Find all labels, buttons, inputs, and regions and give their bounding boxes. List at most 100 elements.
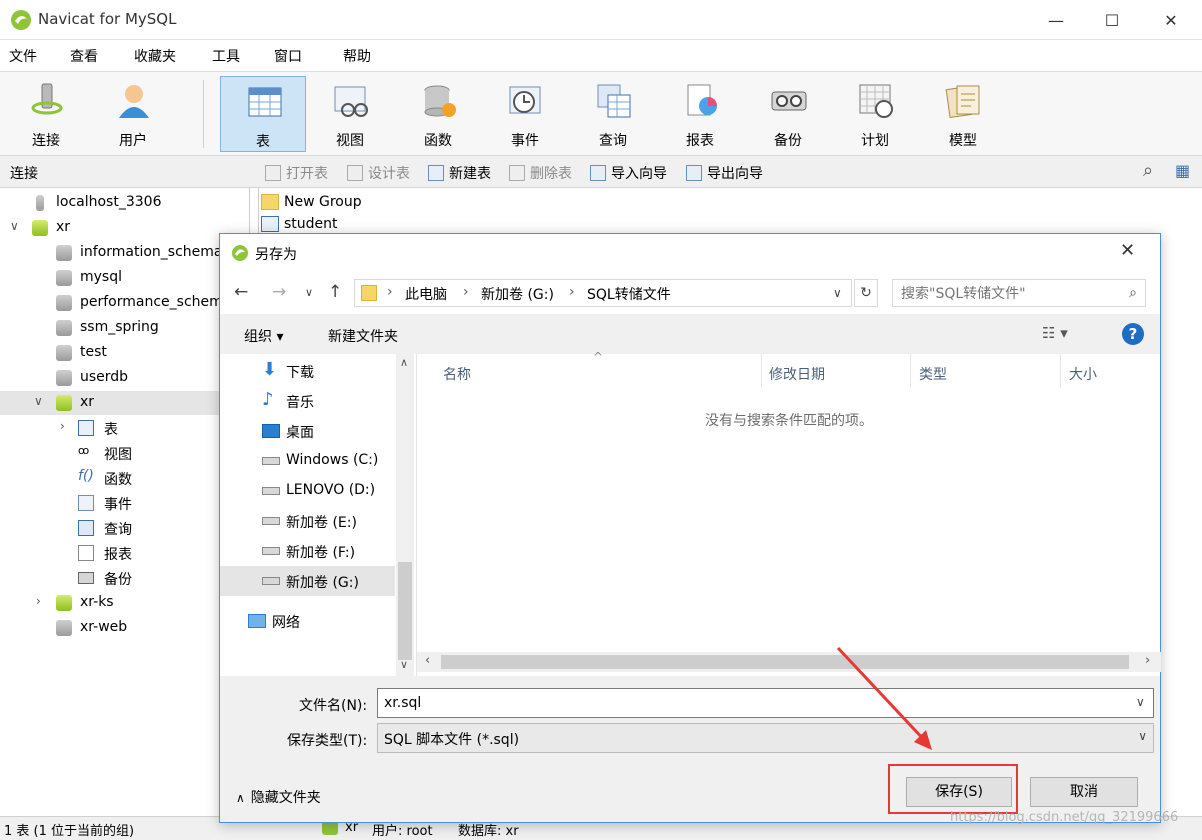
nav-item-drive-g[interactable]: 新加卷 (G:) (220, 566, 395, 596)
tree-item-database[interactable]: mysql (0, 266, 250, 290)
chevron-down-icon[interactable]: ∨ (10, 219, 19, 233)
filename-input[interactable] (377, 688, 1154, 718)
breadcrumb-sql-folder[interactable]: SQL转储文件 (587, 284, 671, 304)
menu-favorites[interactable]: 收藏夹 (134, 46, 176, 66)
refresh-button[interactable]: ↻ (854, 279, 878, 307)
toolbar-schedule-button[interactable]: 计划 (832, 76, 918, 152)
tree-item-reports[interactable]: 报表 (0, 541, 250, 565)
organize-button[interactable]: 组织 ▾ (244, 326, 283, 346)
toolbar-function-button[interactable]: 函数 (395, 76, 481, 152)
nav-item-drive-c[interactable]: Windows (C:) (220, 446, 395, 476)
column-name[interactable]: 名称 (443, 364, 471, 384)
tree-item-functions[interactable]: f() 函数 (0, 466, 250, 490)
horizontal-scroll-thumb[interactable] (441, 655, 1129, 669)
tree-item-database[interactable]: userdb (0, 366, 250, 390)
tree-item-views[interactable]: ꝏ 视图 (0, 441, 250, 465)
menu-view[interactable]: 查看 (70, 46, 98, 66)
toolbar-query-button[interactable]: 查询 (570, 76, 656, 152)
toolbar-backup-button[interactable]: 备份 (745, 76, 831, 152)
design-table-button[interactable]: 设计表 (347, 163, 410, 183)
close-button[interactable]: ✕ (1148, 0, 1194, 40)
minimize-button[interactable]: — (1033, 0, 1079, 40)
back-arrow-icon[interactable]: ← (234, 282, 248, 302)
search-input[interactable] (901, 284, 1101, 304)
toolbar-report-button[interactable]: 报表 (657, 76, 743, 152)
save-button[interactable]: 保存(S) (906, 777, 1012, 807)
filetype-select[interactable]: SQL 脚本文件 (*.sql) ∨ (377, 723, 1154, 753)
column-size[interactable]: 大小 (1069, 364, 1097, 384)
tree-item-database-xr[interactable]: ∨ xr (0, 391, 250, 415)
breadcrumb-this-pc[interactable]: 此电脑 (405, 284, 447, 304)
nav-scrollbar[interactable]: ∧ ∨ (396, 354, 414, 676)
nav-item-network[interactable]: 网络 (206, 606, 381, 636)
view-options-icon[interactable]: ☷ ▾ (1042, 324, 1068, 342)
export-wizard-button[interactable]: 导出向导 (686, 163, 763, 183)
scroll-left-icon[interactable]: ‹ (425, 653, 430, 668)
search-icon[interactable]: ⌕ (1129, 285, 1137, 301)
maximize-button[interactable]: ☐ (1089, 0, 1135, 40)
chevron-down-icon[interactable]: ∨ (34, 394, 43, 408)
list-item-group[interactable]: New Group (261, 191, 362, 213)
menu-help[interactable]: 帮助 (343, 46, 371, 66)
chevron-right-icon[interactable]: › (36, 594, 41, 608)
horizontal-scrollbar[interactable]: ‹ › (417, 652, 1161, 672)
import-wizard-button[interactable]: 导入向导 (590, 163, 667, 183)
menu-file[interactable]: 文件 (9, 46, 37, 66)
grid-view-icon[interactable]: ▦ (1175, 161, 1190, 180)
nav-scroll-thumb[interactable] (398, 562, 412, 660)
toolbar-model-button[interactable]: 模型 (920, 76, 1006, 152)
tree-item-database[interactable]: test (0, 341, 250, 365)
new-folder-button[interactable]: 新建文件夹 (328, 326, 398, 346)
cancel-button[interactable]: 取消 (1030, 777, 1138, 807)
recent-locations-chevron-icon[interactable]: ∨ (305, 286, 313, 299)
new-table-button[interactable]: 新建表 (428, 163, 491, 183)
column-modified[interactable]: 修改日期 (769, 364, 825, 384)
tree-item-database[interactable]: ssm_spring (0, 316, 250, 340)
address-dropdown-icon[interactable]: ∨ (833, 286, 842, 300)
forward-arrow-icon[interactable]: → (272, 282, 286, 302)
tree-item-events[interactable]: 事件 (0, 491, 250, 515)
help-icon[interactable]: ? (1122, 323, 1144, 345)
function-icon: f() (78, 468, 94, 484)
scroll-up-icon[interactable]: ∧ (400, 356, 408, 369)
tree-item-queries[interactable]: 查询 (0, 516, 250, 540)
address-bar[interactable]: › 此电脑 › 新加卷 (G:) › SQL转储文件 ∨ (354, 279, 852, 307)
toolbar-event-button[interactable]: 事件 (482, 76, 568, 152)
toolbar-user-button[interactable]: 用户 (90, 76, 176, 152)
chevron-right-icon[interactable]: › (60, 419, 65, 433)
tree-item-localhost[interactable]: localhost_3306 (0, 191, 250, 215)
delete-table-button[interactable]: 删除表 (509, 163, 572, 183)
scroll-down-icon[interactable]: ∨ (400, 658, 408, 671)
toolbar-view-button[interactable]: 视图 (307, 76, 393, 152)
tree-item-connection-xr[interactable]: ∨ xr (0, 216, 250, 240)
column-divider[interactable] (910, 354, 911, 388)
query-icon (78, 520, 94, 536)
menu-window[interactable]: 窗口 (274, 46, 302, 66)
tree-item-database[interactable]: performance_schema (0, 291, 250, 315)
nav-item-drive-f[interactable]: 新加卷 (F:) (220, 536, 395, 566)
dialog-close-button[interactable]: ✕ (1120, 240, 1135, 261)
tree-item-tables[interactable]: › 表 (0, 416, 250, 440)
search-icon[interactable]: ⌕ (1143, 160, 1153, 181)
nav-item-music[interactable]: ♪ 音乐 (220, 386, 395, 416)
list-item-table[interactable]: student (261, 213, 338, 235)
tree-item-backups[interactable]: 备份 (0, 566, 250, 590)
breadcrumb-drive-g[interactable]: 新加卷 (G:) (481, 284, 554, 304)
report-icon (78, 545, 94, 561)
filename-dropdown-icon[interactable]: ∨ (1136, 695, 1145, 709)
tree-item-database[interactable]: information_schema (0, 241, 250, 265)
menu-tools[interactable]: 工具 (212, 46, 240, 66)
hide-folders-toggle[interactable]: ∧ 隐藏文件夹 (236, 787, 321, 807)
nav-item-drive-d[interactable]: LENOVO (D:) (220, 476, 395, 506)
column-divider[interactable] (761, 354, 762, 388)
column-type[interactable]: 类型 (919, 364, 947, 384)
nav-item-desktop[interactable]: 桌面 (220, 416, 395, 446)
column-divider[interactable] (1060, 354, 1061, 388)
scroll-right-icon[interactable]: › (1145, 653, 1150, 668)
open-table-button[interactable]: 打开表 (265, 163, 328, 183)
nav-item-downloads[interactable]: ⬇ 下载 (220, 356, 395, 386)
nav-item-drive-e[interactable]: 新加卷 (E:) (220, 506, 395, 536)
toolbar-connection-button[interactable]: 连接 (3, 76, 89, 152)
up-arrow-icon[interactable]: ↑ (328, 282, 342, 302)
toolbar-table-button[interactable]: 表 (220, 76, 306, 152)
